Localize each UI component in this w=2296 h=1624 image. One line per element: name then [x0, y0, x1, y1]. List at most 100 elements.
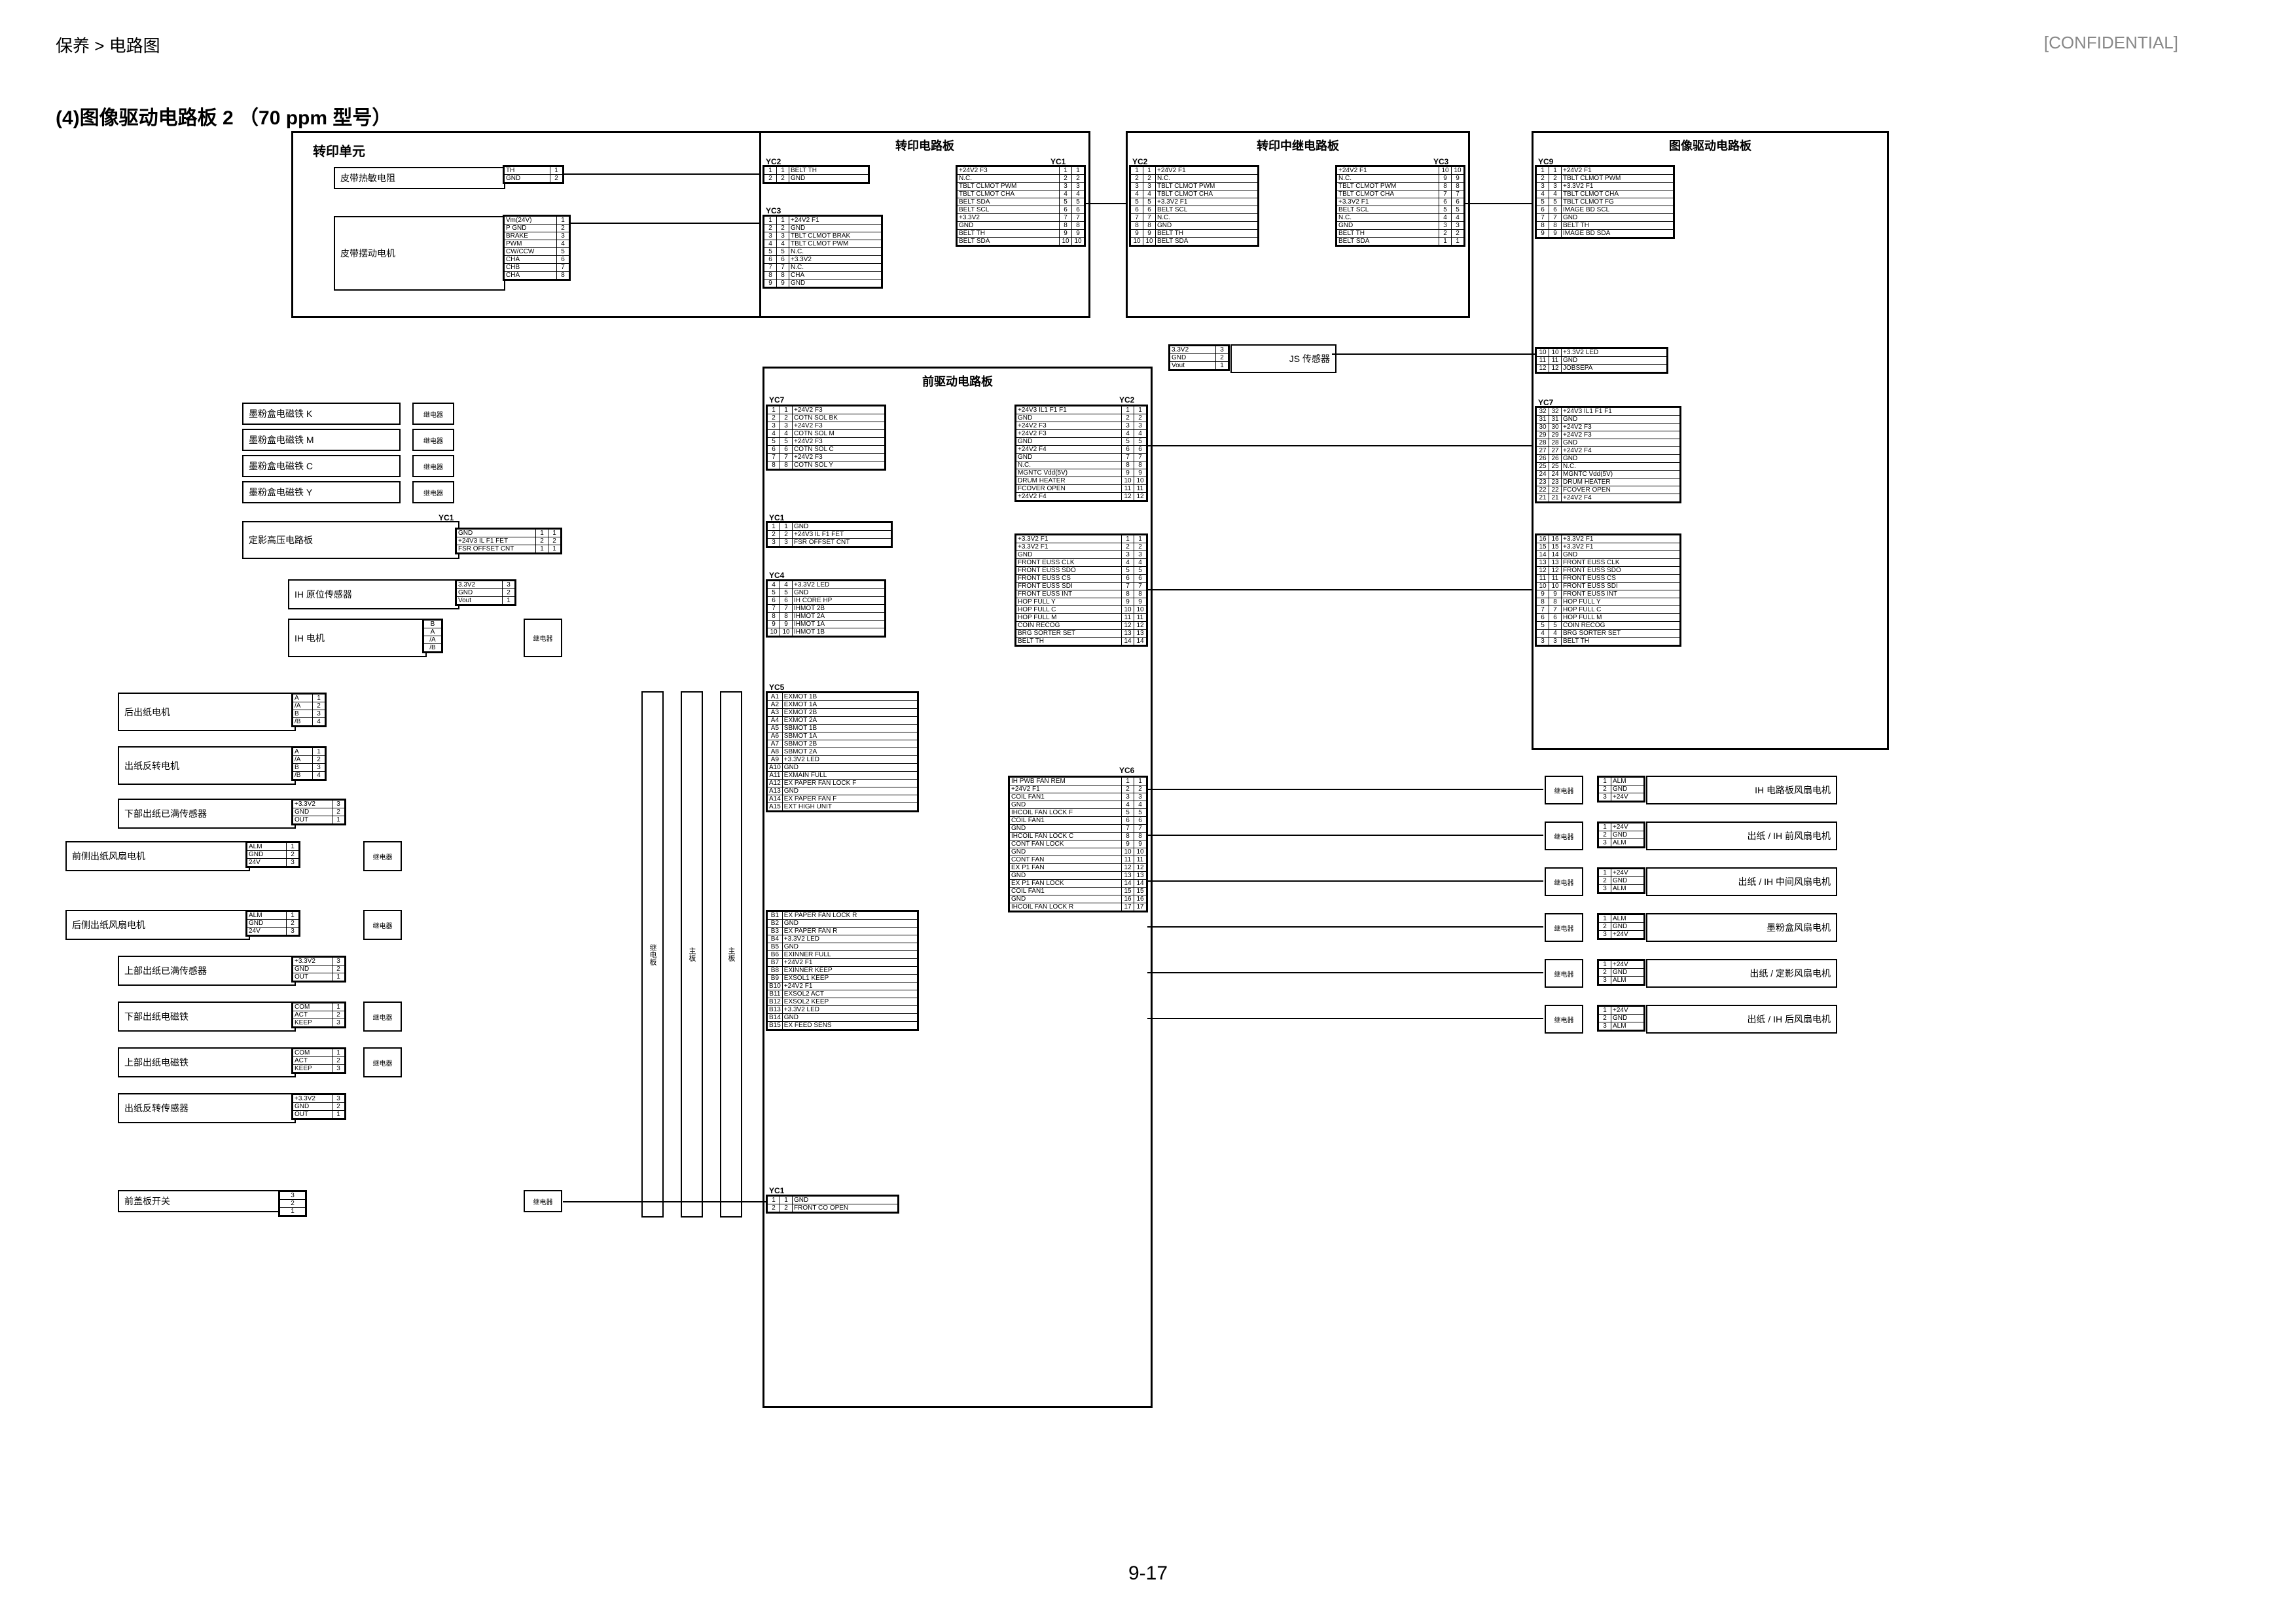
fd-yc6: IH PWB FAN REM11+24V2 F122COIL FAN133GND… — [1008, 776, 1148, 912]
relay-tonerfan: 继电器 — [1545, 913, 1583, 942]
transfer-yc3: 11+24V2 F122GND33TBLT CLMOT BRAK44TBLT C… — [762, 215, 883, 289]
toner-fan-pins: 1ALM2GND3+24V — [1597, 913, 1645, 940]
fd-yc1: 11GND22+24V3 IL F1 FET33FSR OFFSET CNT — [766, 521, 893, 548]
main-board-1: 主板 — [681, 691, 703, 1218]
relay-ihr: 继电器 — [1545, 1005, 1583, 1034]
belt-swing-motor: 皮带摆动电机 — [334, 216, 505, 291]
exit-ih-f-pins: 1+24V2GND3ALM — [1597, 821, 1645, 848]
js-sensor-pins: 3.3V23GND2Vout1 — [1168, 344, 1230, 371]
front-cover-sw-pins: 321 — [278, 1190, 307, 1217]
front-cover-sw: 前盖板开关 — [118, 1190, 283, 1212]
exit-ih-front-fan: 出纸 / IH 前风扇电机 — [1646, 821, 1837, 850]
toner-sol-c: 墨粉盒电磁铁 C — [242, 455, 401, 477]
rear-exit-pins: A1/A2B3/B4 — [291, 693, 327, 727]
breadcrumb: 保养 > 电路图 — [56, 33, 160, 57]
yc3-label: YC3 — [766, 206, 781, 215]
relay-usol: 继电器 — [363, 1047, 402, 1077]
relay-yc3: +24V2 F11010N.C.99TBLT CLMOT PWM88TBLT C… — [1335, 165, 1465, 247]
lower-exit-sol: 下部出纸电磁铁 — [118, 1001, 296, 1032]
rear-exit-motor: 后出纸电机 — [118, 693, 296, 731]
exit-fuser-fan: 出纸 / 定影风扇电机 — [1646, 959, 1837, 988]
relay-board-1: 继电板 — [641, 691, 664, 1218]
ih-hp-sensor: IH 原位传感器 — [288, 579, 459, 609]
fd-yc1b-label: YC1 — [769, 1186, 784, 1195]
exit-ih-r-pins: 1+24V2GND3ALM — [1597, 1005, 1645, 1032]
engine-pwb-title: 图像驱动电路板 — [1534, 137, 1887, 154]
front-exit-fan: 前侧出纸风扇电机 — [65, 841, 250, 871]
relay-ihm: 继电器 — [1545, 867, 1583, 896]
upper-exit-sol-pins: COM1ACT2KEEP3 — [291, 1047, 346, 1074]
belt-thermistor: 皮带热敏电阻 — [334, 167, 505, 189]
fuser-hv-pins: GND11+24V3 IL F1 FET22FSR OFFSET CNT11 — [455, 528, 562, 554]
relay-lsol: 继电器 — [363, 1001, 402, 1032]
page-title: (4)图像驱动电路板 2 （70 ppm 型号） — [56, 101, 391, 130]
exit-fus-fan-pins: 1+24V2GND3ALM — [1597, 959, 1645, 986]
relay-ihf: 继电器 — [1545, 821, 1583, 850]
engine-yc7a: 3232+24V3 IL1 F1 F13131GND3030+24V2 F329… — [1535, 406, 1681, 503]
lower-exit-full: 下部出纸已满传感器 — [118, 799, 296, 829]
relay-k: 继电器 — [412, 403, 454, 425]
relay-sw: 继电器 — [524, 1190, 562, 1212]
circuit-diagram: 转印单元 皮带热敏电阻 TH1GND2 皮带摆动电机 Vm(24V)1P GND… — [105, 131, 2186, 1479]
transfer-unit-title: 转印单元 — [313, 141, 365, 160]
fd-yc5-label: YC5 — [769, 683, 784, 692]
relay-c: 继电器 — [412, 455, 454, 477]
fd-yc3: +3.3V2 F111+3.3V2 F122GND33FRONT EUSS CL… — [1014, 533, 1148, 647]
relay-m: 继电器 — [412, 429, 454, 451]
ih-motor-pins: BA/A/B — [422, 619, 443, 653]
fd-yc7-label: YC7 — [769, 395, 784, 405]
fd-yc7: 11+24V2 F322COTN SOL BK33+24V2 F344COTN … — [766, 405, 886, 471]
fd-yc4-label: YC4 — [769, 571, 784, 580]
transfer-pwb-title: 转印电路板 — [761, 137, 1088, 154]
confidential-label: [CONFIDENTIAL] — [2044, 33, 2178, 53]
exit-ih-m-pins: 1+24V2GND3ALM — [1597, 867, 1645, 894]
page-number: 9-17 — [1128, 1562, 1168, 1585]
exit-ih-mid-fan: 出纸 / IH 中间风扇电机 — [1646, 867, 1837, 896]
toner-sol-k: 墨粉盒电磁铁 K — [242, 403, 401, 425]
upper-exit-full: 上部出纸已满传感器 — [118, 956, 296, 986]
transfer-yc2: 11BELT TH22GND — [762, 165, 870, 184]
ih-pwb-fan-pins: 1ALM2GND3+24V — [1597, 776, 1645, 803]
upper-exit-sol: 上部出纸电磁铁 — [118, 1047, 296, 1077]
exit-rev-motor: 出纸反转电机 — [118, 746, 296, 785]
relay-front-fan: 继电器 — [363, 841, 402, 871]
fuser-yc1-label: YC1 — [439, 513, 454, 522]
exit-rev-sensor: 出纸反转传感器 — [118, 1093, 296, 1123]
fuser-hv-pwb: 定影高压电路板 — [242, 521, 459, 559]
toner-fan: 墨粉盒风扇电机 — [1646, 913, 1837, 942]
fd-yc2: +24V3 IL1 F1 F111GND22+24V2 F333+24V2 F3… — [1014, 405, 1148, 502]
transfer-yc1: +24V2 F311N.C.22TBLT CLMOT PWM33TBLT CLM… — [956, 165, 1086, 247]
relay-fusfan: 继电器 — [1545, 959, 1583, 988]
engine-yc7b: 1616+3.3V2 F11515+3.3V2 F11414GND1313FRO… — [1535, 533, 1681, 647]
relay-yc2: 11+24V2 F122N.C.33TBLT CLMOT PWM44TBLT C… — [1129, 165, 1259, 247]
relay-y: 继电器 — [412, 481, 454, 503]
exit-rev-pins: A1/A2B3/B4 — [291, 746, 327, 781]
transfer-relay-title: 转印中继电路板 — [1128, 137, 1468, 154]
ih-pwb-fan: IH 电路板风扇电机 — [1646, 776, 1837, 804]
engine-js-pins: 1010+3.3V2 LED1111GND1212JOBSEPA — [1535, 347, 1668, 374]
rear-exit-fan: 后侧出纸风扇电机 — [65, 910, 250, 940]
fd-yc6-label: YC6 — [1119, 766, 1134, 775]
fd-yc5b: B1EX PAPER FAN LOCK RB2GNDB3EX PAPER FAN… — [766, 910, 919, 1031]
relay-rear-fan: 继电器 — [363, 910, 402, 940]
fd-yc4: 44+3.3V2 LED55GND66IH CORE HP77IHMOT 2B8… — [766, 579, 886, 638]
lower-exit-sol-pins: COM1ACT2KEEP3 — [291, 1001, 346, 1028]
lower-exit-full-pins: +3.3V23GND2OUT1 — [291, 799, 346, 825]
belt-therm-pins: TH1GND2 — [503, 165, 564, 184]
engine-yc9: 11+24V2 F122TBLT CLMOT PWM33+3.3V2 F144T… — [1535, 165, 1675, 239]
fd-yc2-label: YC2 — [1119, 395, 1134, 405]
fd-yc5a: A1EXMOT 1BA2EXMOT 1AA3EXMOT 2BA4EXMOT 2A… — [766, 691, 919, 812]
relay-ihpwbfan: 继电器 — [1545, 776, 1583, 804]
rear-exit-fan-pins: ALM1GND224V3 — [245, 910, 300, 937]
js-sensor: JS 传感器 — [1230, 344, 1336, 373]
exit-ih-rear-fan: 出纸 / IH 后风扇电机 — [1646, 1005, 1837, 1034]
relay-ihmot: 继电器 — [524, 619, 562, 657]
front-drive-title: 前驱动电路板 — [764, 372, 1151, 389]
ih-hp-pins: 3.3V23GND2Vout1 — [455, 579, 516, 606]
toner-sol-y: 墨粉盒电磁铁 Y — [242, 481, 401, 503]
front-exit-fan-pins: ALM1GND224V3 — [245, 841, 300, 868]
toner-sol-m: 墨粉盒电磁铁 M — [242, 429, 401, 451]
upper-exit-full-pins: +3.3V23GND2OUT1 — [291, 956, 346, 983]
fd-yc1-sw: 11GND22FRONT CO OPEN — [766, 1195, 899, 1214]
ih-motor: IH 电机 — [288, 619, 427, 657]
